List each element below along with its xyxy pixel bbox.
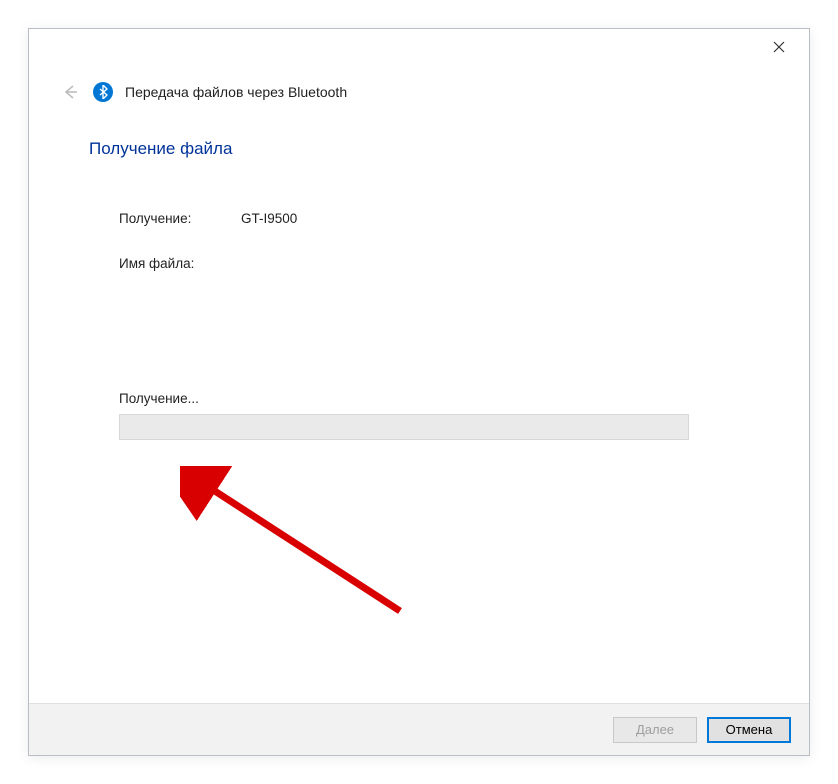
bluetooth-icon: [93, 82, 113, 102]
dialog-window: Передача файлов через Bluetooth Получени…: [28, 28, 810, 756]
progress-section: Получение...: [89, 391, 749, 440]
receiving-value: GT-I9500: [241, 211, 297, 226]
progress-label: Получение...: [119, 391, 749, 406]
content-area: Получение файла Получение: GT-I9500 Имя …: [29, 103, 809, 440]
receiving-row: Получение: GT-I9500: [119, 211, 749, 226]
filename-row: Имя файла:: [119, 256, 749, 271]
back-button: [59, 81, 81, 103]
progress-bar: [119, 414, 689, 440]
window-title: Передача файлов через Bluetooth: [125, 84, 347, 100]
filename-label: Имя файла:: [119, 256, 241, 271]
close-icon: [773, 41, 785, 53]
back-arrow-icon: [61, 83, 79, 101]
close-button[interactable]: [759, 32, 799, 62]
header: Передача файлов через Bluetooth: [29, 65, 809, 103]
titlebar: [29, 29, 809, 65]
receiving-label: Получение:: [119, 211, 241, 226]
footer: Далее Отмена: [29, 703, 809, 755]
info-section: Получение: GT-I9500 Имя файла:: [89, 211, 749, 271]
page-heading: Получение файла: [89, 139, 749, 159]
next-button: Далее: [613, 717, 697, 743]
cancel-button[interactable]: Отмена: [707, 717, 791, 743]
